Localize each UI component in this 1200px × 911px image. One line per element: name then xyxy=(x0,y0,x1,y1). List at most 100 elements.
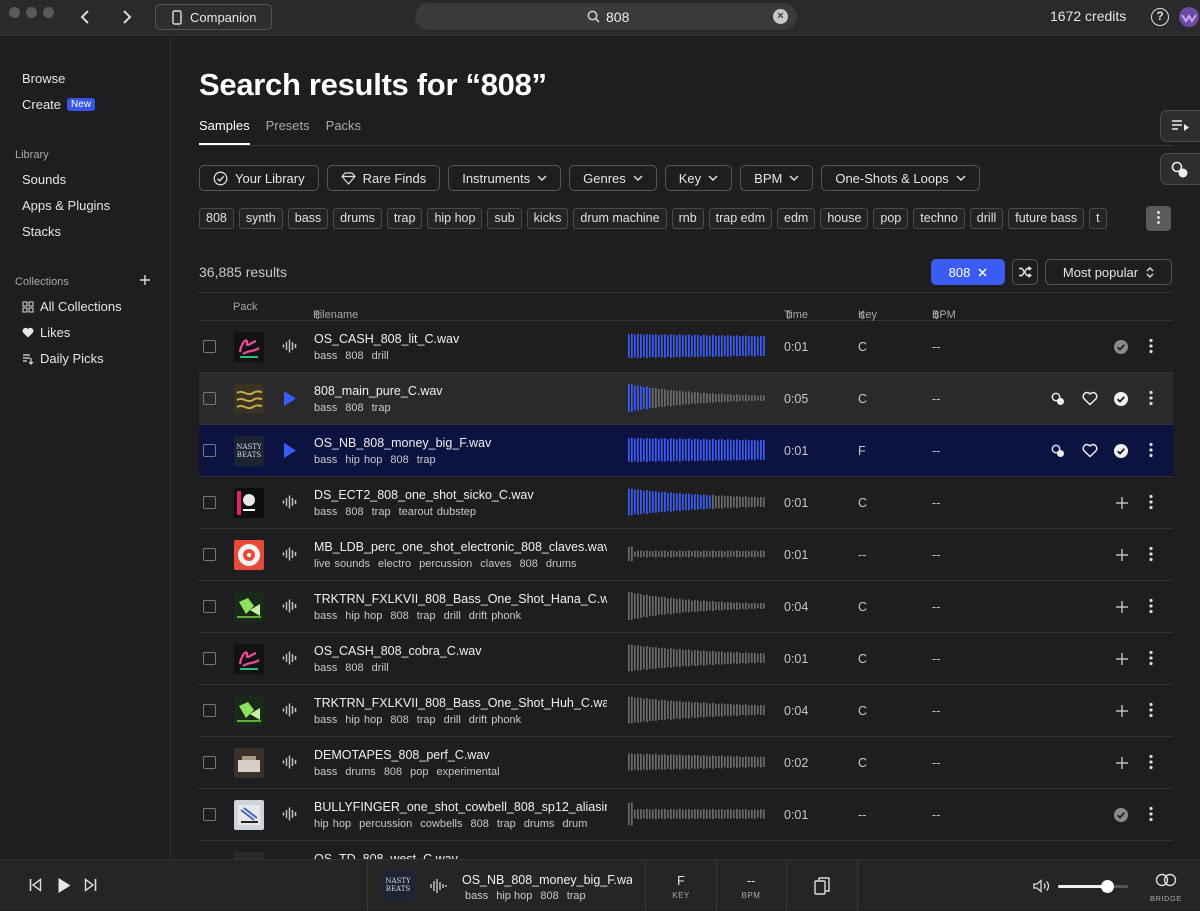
sample-tag[interactable]: cowbells xyxy=(420,818,462,830)
row-checkbox[interactable] xyxy=(203,808,216,821)
waveform-icon[interactable] xyxy=(282,598,298,614)
table-row[interactable]: 808_main_pure_C.wav bass 808 trap 0:05 C -- xyxy=(199,373,1173,425)
row-menu-icon[interactable] xyxy=(1149,754,1153,770)
sample-tag[interactable]: hip hop xyxy=(345,714,382,726)
sample-tag[interactable]: live sounds xyxy=(314,558,370,570)
row-menu-icon[interactable] xyxy=(1149,650,1153,666)
sample-tag[interactable]: 808 xyxy=(470,818,488,830)
sample-tag[interactable]: pop xyxy=(410,766,428,778)
sample-tag[interactable]: drums xyxy=(345,766,376,778)
row-menu-icon[interactable] xyxy=(1149,546,1153,562)
waveform[interactable] xyxy=(628,332,766,360)
sample-tag[interactable]: 808 xyxy=(345,402,363,414)
sample-filename[interactable]: MB_LDB_perc_one_shot_electronic_808_clav… xyxy=(314,540,607,554)
sample-filename[interactable]: DEMOTAPES_808_perf_C.wav xyxy=(314,748,607,762)
sample-tag[interactable]: bass xyxy=(314,766,337,778)
sample-tag[interactable]: bass xyxy=(314,610,337,622)
next-button[interactable] xyxy=(84,878,97,892)
sidebar-item-likes[interactable]: Likes xyxy=(22,325,70,340)
table-row[interactable]: TRKTRN_FXLKVII_808_Bass_One_Shot_Hana_C.… xyxy=(199,581,1173,633)
sample-tag[interactable]: drill xyxy=(372,662,389,674)
add-to-library-icon[interactable] xyxy=(1115,548,1129,562)
tag-chip[interactable]: techno xyxy=(913,208,965,229)
waveform-icon[interactable] xyxy=(282,338,298,354)
add-to-library-icon[interactable] xyxy=(1115,652,1129,666)
row-menu-icon[interactable] xyxy=(1149,494,1153,510)
tab-samples[interactable]: Samples xyxy=(199,118,250,145)
sidebar-item-daily-picks[interactable]: Daily Picks xyxy=(22,351,104,366)
add-to-library-icon[interactable] xyxy=(1115,704,1129,718)
sample-tag[interactable]: trap xyxy=(372,402,391,414)
queue-panel-button[interactable] xyxy=(1160,110,1200,142)
filter-bpm[interactable]: BPM xyxy=(740,165,814,191)
pack-art[interactable] xyxy=(234,592,264,622)
waveform[interactable] xyxy=(628,800,766,828)
back-button[interactable] xyxy=(76,7,96,27)
pack-art[interactable] xyxy=(234,748,264,778)
pack-art[interactable] xyxy=(234,540,264,570)
sort-select[interactable]: Most popular xyxy=(1045,259,1172,285)
owned-check-icon[interactable] xyxy=(1113,339,1129,355)
sample-filename[interactable]: DS_ECT2_808_one_shot_sicko_C.wav xyxy=(314,488,607,502)
search-input[interactable] xyxy=(606,6,766,27)
sample-tag[interactable]: drill xyxy=(444,610,461,622)
sample-tag[interactable]: 808 xyxy=(384,766,402,778)
sample-tag[interactable]: trap xyxy=(417,714,436,726)
row-checkbox[interactable] xyxy=(203,652,216,665)
tab-packs[interactable]: Packs xyxy=(326,118,361,145)
sample-tag[interactable]: bass xyxy=(314,454,337,466)
sample-tag[interactable]: 808 xyxy=(345,506,363,518)
sample-tag[interactable]: drill xyxy=(444,714,461,726)
sample-tag[interactable]: trap xyxy=(372,506,391,518)
waveform[interactable] xyxy=(628,384,766,412)
waveform-icon[interactable] xyxy=(282,702,298,718)
similar-sounds-icon[interactable] xyxy=(1050,391,1066,407)
play-icon[interactable] xyxy=(283,390,297,407)
pack-art[interactable] xyxy=(234,644,264,674)
similar-sounds-panel-button[interactable] xyxy=(1160,153,1200,185)
filter-your-library[interactable]: Your Library xyxy=(199,165,319,191)
tag-chip[interactable]: synth xyxy=(238,208,283,229)
row-menu-icon[interactable] xyxy=(1149,390,1153,406)
sidebar-item-create[interactable]: Create New xyxy=(22,97,96,112)
sample-tag[interactable]: 808 xyxy=(390,454,408,466)
owned-check-icon[interactable] xyxy=(1113,391,1129,407)
sample-tag[interactable]: drums xyxy=(546,558,577,570)
row-menu-icon[interactable] xyxy=(1149,442,1153,458)
waveform-icon[interactable] xyxy=(282,754,298,770)
help-icon[interactable]: ? xyxy=(1151,8,1169,26)
waveform[interactable] xyxy=(628,488,766,516)
owned-check-icon[interactable] xyxy=(1113,443,1129,459)
tag-chip[interactable]: hip hop xyxy=(427,208,483,229)
similar-sounds-icon[interactable] xyxy=(1050,443,1066,459)
sample-filename[interactable]: TRKTRN_FXLKVII_808_Bass_One_Shot_Huh_C.w… xyxy=(314,696,607,710)
window-zoom-button[interactable] xyxy=(43,7,54,18)
window-close-button[interactable] xyxy=(9,7,20,18)
sample-tag[interactable]: 808 xyxy=(519,558,537,570)
add-to-library-icon[interactable] xyxy=(1115,600,1129,614)
sample-tag[interactable]: bass xyxy=(314,662,337,674)
tag-chip[interactable]: drum machine xyxy=(573,208,667,229)
tag-chip[interactable]: bass xyxy=(287,208,329,229)
sample-tag[interactable]: hip hop xyxy=(314,818,351,830)
table-row[interactable]: BULLYFINGER_one_shot_cowbell_808_sp12_al… xyxy=(199,789,1173,841)
filter-genres[interactable]: Genres xyxy=(569,165,657,191)
pack-art[interactable] xyxy=(234,332,264,362)
filter-rare-finds[interactable]: Rare Finds xyxy=(326,165,441,191)
table-row[interactable]: DEMOTAPES_808_perf_C.wav bass drums 808 pop e… xyxy=(199,737,1173,789)
sidebar-item-stacks[interactable]: Stacks xyxy=(22,224,61,239)
waveform-icon[interactable] xyxy=(282,546,298,562)
filter-key[interactable]: Key xyxy=(664,165,733,191)
filter-instruments[interactable]: Instruments xyxy=(448,165,562,191)
table-row[interactable]: DS_ECT2_808_one_shot_sicko_C.wav bass 808 t… xyxy=(199,477,1173,529)
filter-one-shots-loops[interactable]: One-Shots & Loops xyxy=(821,165,980,191)
sample-filename[interactable]: 808_main_pure_C.wav xyxy=(314,384,607,398)
active-filter-chip[interactable]: 808 xyxy=(931,259,1005,285)
waveform-icon[interactable] xyxy=(282,650,298,666)
clear-search-icon[interactable]: × xyxy=(773,9,788,24)
add-collection-icon[interactable] xyxy=(139,274,151,286)
tag-chip[interactable]: drums xyxy=(333,208,382,229)
tag-chip[interactable]: pop xyxy=(873,208,909,229)
row-menu-icon[interactable] xyxy=(1149,806,1153,822)
companion-button[interactable]: Companion xyxy=(155,4,272,30)
